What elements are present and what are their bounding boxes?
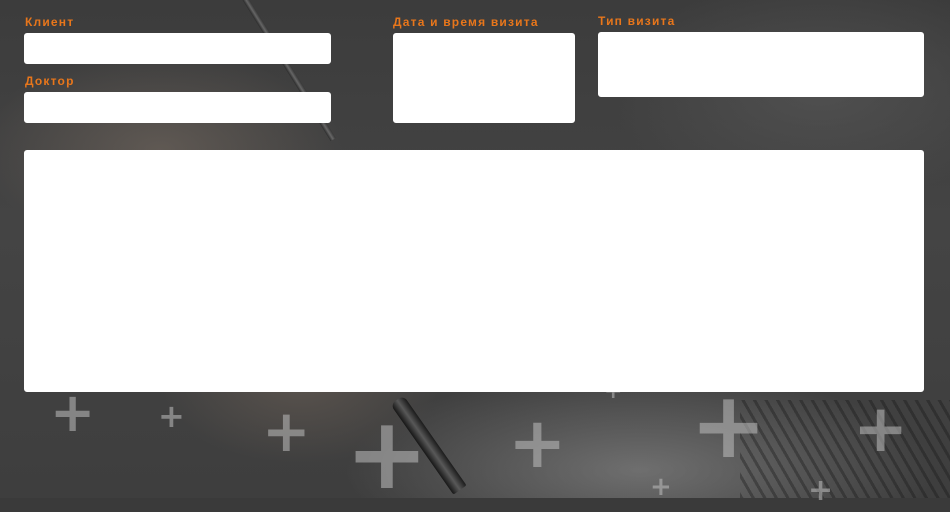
visit-type-select[interactable] [598,32,924,97]
doctor-input[interactable] [24,92,331,123]
client-input[interactable] [24,33,331,64]
visit-type-label: Тип визита [598,14,676,28]
client-label: Клиент [25,15,75,29]
visit-notes-textarea[interactable] [24,150,924,392]
datetime-label: Дата и время визита [393,15,539,29]
datetime-picker[interactable] [393,33,575,123]
notebook-spiral-shape [740,400,950,498]
doctor-label: Доктор [25,74,75,88]
